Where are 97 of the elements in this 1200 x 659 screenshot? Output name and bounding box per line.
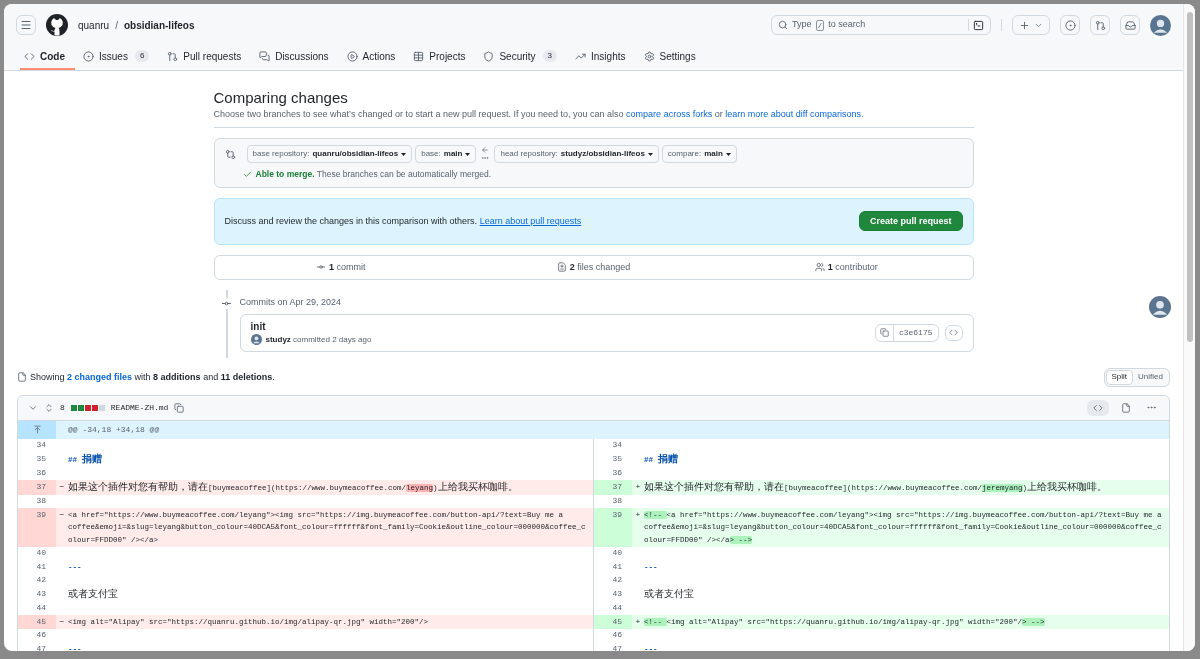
- repo-tab[interactable]: Pull requests: [163, 44, 252, 70]
- diff-sign: +: [635, 508, 641, 521]
- browse-code-button[interactable]: [944, 324, 963, 341]
- pull-request-icon: [1094, 19, 1106, 31]
- stat-label[interactable]: 1 commit: [329, 260, 366, 274]
- pull-requests-link[interactable]: Learn about pull requests: [479, 215, 582, 226]
- avatar-icon: [1150, 14, 1171, 36]
- search-field[interactable]: Type / to search: [771, 15, 991, 35]
- file-diff-icon: [556, 262, 567, 273]
- line-number: 45: [18, 615, 56, 629]
- issue-icon: [1064, 19, 1076, 31]
- create-pull-request-button[interactable]: Create pull request: [858, 211, 963, 232]
- scrollbar-thumb[interactable]: [1186, 12, 1193, 342]
- issue-icon: [83, 50, 94, 62]
- commit-title[interactable]: init: [250, 319, 875, 333]
- menu-button[interactable]: [16, 15, 36, 35]
- repo-tab[interactable]: Insights: [571, 44, 636, 70]
- diff-sign: +: [635, 615, 641, 628]
- branch-selector[interactable]: compare: main: [661, 145, 737, 163]
- logo-icon[interactable]: [46, 14, 68, 36]
- line-number: 39: [594, 508, 632, 547]
- diff-summary: Showing 2 changed files with 8 additions and 11 deletions.: [30, 370, 276, 384]
- inbox-button[interactable]: [1120, 15, 1140, 35]
- create-new-button[interactable]: [1012, 15, 1050, 35]
- repo-tab[interactable]: Discussions: [255, 44, 339, 70]
- stat-label[interactable]: 2 files changed: [569, 260, 631, 274]
- source-view-button[interactable]: [1087, 399, 1109, 416]
- pull-request-icon: [167, 50, 179, 62]
- stat-label[interactable]: 1 contributor: [827, 260, 878, 274]
- repo-tab[interactable]: Security 3: [479, 44, 568, 70]
- line-number: 45: [594, 615, 632, 629]
- code-icon: [24, 50, 35, 62]
- caret-icon: [465, 152, 471, 156]
- repo-link[interactable]: obsidian-lifeos: [123, 17, 195, 33]
- repo-tab[interactable]: Settings: [639, 44, 706, 70]
- branch-selector[interactable]: base repository: quanru/obsidian-lifeos: [246, 145, 413, 163]
- expand-up-icon: [32, 425, 42, 435]
- table-icon: [413, 50, 425, 62]
- diff-sign: −: [59, 615, 65, 628]
- view-toggle[interactable]: Split: [1105, 369, 1134, 385]
- line-number: 39: [18, 508, 56, 547]
- caret-icon: [647, 152, 653, 156]
- commit-meta: studyz committed 2 days ago: [265, 333, 372, 346]
- repo-tab[interactable]: Issues 6: [79, 44, 160, 70]
- check-icon: [242, 169, 252, 179]
- changed-files-link[interactable]: 2 changed files: [67, 371, 133, 382]
- copy-icon: [174, 402, 185, 413]
- page-description: Choose two branches to see what’s changed or to start a new pull request. If you need to, you can also compare across forks or learn more about diff comparisons.: [213, 108, 974, 128]
- count-badge: 3: [542, 50, 558, 62]
- line-number: 37: [18, 480, 56, 495]
- plus-icon: [1019, 19, 1030, 31]
- compare-icon: [224, 148, 236, 160]
- code-line: 或者支付宝: [68, 587, 119, 601]
- owner-link[interactable]: quanru: [78, 17, 110, 33]
- compare-forks-link[interactable]: compare across forks: [626, 109, 713, 119]
- author-avatar-icon: [250, 334, 262, 346]
- terminal-icon: [973, 19, 984, 31]
- copy-icon: [879, 328, 889, 338]
- commits-date: Commits on Apr 29, 2024: [239, 295, 343, 308]
- discussion-icon: [259, 50, 271, 62]
- inbox-icon: [1124, 19, 1136, 31]
- diff-sign: +: [635, 480, 641, 493]
- caret-icon: [725, 152, 731, 156]
- search-icon: [778, 20, 788, 30]
- diff-sign: −: [59, 508, 65, 521]
- line-number: 37: [594, 480, 632, 495]
- assistant-avatar-icon: [1149, 296, 1171, 318]
- page-title: Comparing changes: [213, 88, 349, 108]
- diff-sign: −: [59, 480, 65, 493]
- pull-requests-button[interactable]: [1090, 15, 1110, 35]
- expand-icon: [44, 402, 54, 413]
- repo-tab[interactable]: Projects: [409, 44, 476, 70]
- hunk-header: @@ -34,18 +34,18 @@: [67, 423, 160, 436]
- merge-status: Able to merge. These branches can be automatically merged.: [255, 168, 492, 181]
- file-icon: [1121, 402, 1131, 413]
- code-line: 或者支付宝: [644, 587, 695, 601]
- code-icon: [949, 328, 958, 338]
- repo-tab[interactable]: Code: [20, 44, 75, 70]
- code-icon: [1093, 402, 1103, 413]
- play-icon: [346, 50, 358, 62]
- people-icon: [814, 262, 825, 273]
- branch-selector[interactable]: base: main: [415, 145, 477, 163]
- banner-text: Discuss and review the changes in this comparison with others. Learn about pull requests: [224, 214, 583, 228]
- branch-selector[interactable]: head repository: studyz/obsidian-lifeos: [494, 145, 659, 163]
- shield-icon: [483, 50, 495, 62]
- repo-tab[interactable]: Actions: [342, 44, 406, 70]
- file-icon: [17, 372, 27, 383]
- issues-button[interactable]: [1060, 15, 1080, 35]
- file-name[interactable]: README-ZH.md: [110, 401, 169, 414]
- menu-icon: [20, 19, 32, 31]
- count-badge: 6: [134, 50, 150, 62]
- change-count: 8: [60, 401, 65, 414]
- caret-icon: [401, 152, 407, 156]
- arrow-icon: [481, 146, 490, 162]
- view-toggle[interactable]: Unified: [1133, 369, 1168, 385]
- path-separator: /: [115, 18, 118, 33]
- settings-icon: [643, 50, 655, 62]
